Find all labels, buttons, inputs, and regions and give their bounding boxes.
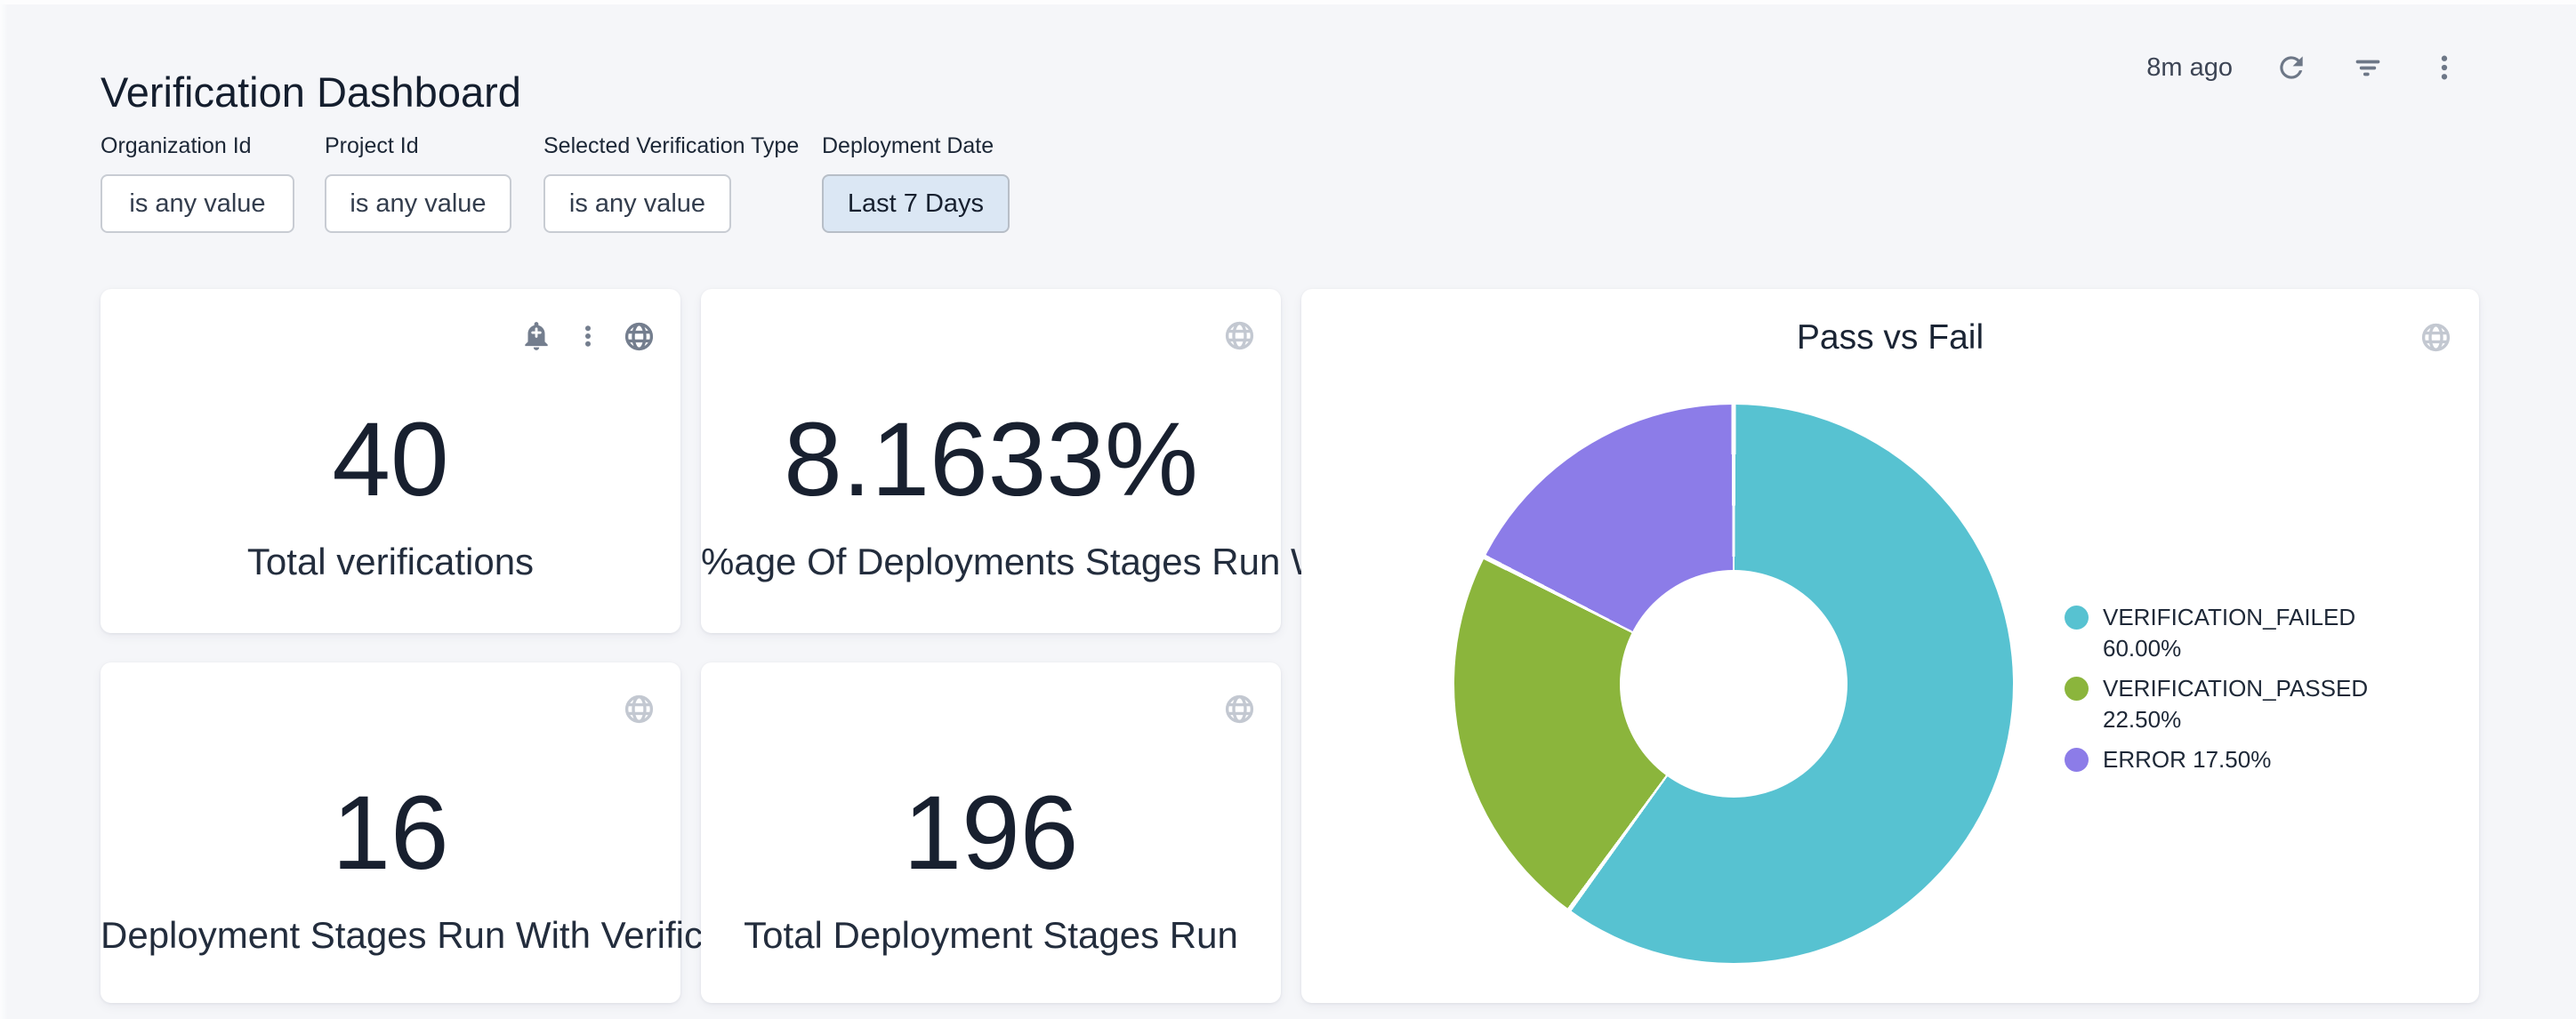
refresh-icon[interactable] (2274, 50, 2309, 85)
globe-icon[interactable] (1223, 693, 1256, 728)
filter-deployment-date[interactable]: Last 7 Days (822, 174, 1010, 233)
dashboard-page: Verification Dashboard 8m ago Organizati… (0, 0, 2576, 1019)
kpi-value: 16 (101, 775, 680, 891)
legend-bullet (2065, 606, 2089, 630)
more-vert-icon[interactable] (575, 321, 601, 354)
filter-organization-id[interactable]: is any value (101, 174, 294, 233)
kpi-label: Deployment Stages Run With Verification (101, 914, 680, 957)
legend-bullet (2065, 677, 2089, 701)
window-left-edge (0, 0, 8, 1019)
legend-item-verification-passed[interactable]: VERIFICATION_PASSED 22.50% (2065, 673, 2396, 735)
last-refresh-label: 8m ago (2146, 53, 2233, 83)
filter-label-deployment-date: Deployment Date (822, 133, 994, 159)
filter-label-organization-id: Organization Id (101, 133, 252, 159)
legend-bullet (2065, 748, 2089, 772)
chart-tile-pass-vs-fail: Pass vs Fail VERIFICATION_FAILED 60.00% … (1301, 289, 2479, 1003)
filter-list-icon[interactable] (2350, 50, 2386, 85)
tile-hover-actions (519, 319, 656, 356)
kpi-value: 8.1633% (701, 402, 1281, 518)
kpi-label: %age Of Deployments Stages Run With V… (701, 541, 1281, 583)
donut-chart[interactable] (1454, 405, 2013, 963)
dashboard-header-actions: 8m ago (2146, 50, 2462, 85)
more-vert-icon[interactable] (2427, 50, 2462, 85)
kpi-tile-pct-stages-with-verification: 8.1633% %age Of Deployments Stages Run W… (701, 289, 1281, 633)
filter-label-project-id: Project Id (325, 133, 419, 159)
page-title: Verification Dashboard (101, 67, 521, 118)
filter-project-id[interactable]: is any value (325, 174, 511, 233)
legend-label: ERROR 17.50% (2103, 744, 2396, 775)
add-alert-icon[interactable] (519, 319, 553, 356)
filter-verification-type[interactable]: is any value (543, 174, 731, 233)
globe-icon[interactable] (2419, 321, 2452, 357)
legend-item-error[interactable]: ERROR 17.50% (2065, 744, 2396, 775)
globe-icon[interactable] (623, 693, 656, 728)
legend-item-verification-failed[interactable]: VERIFICATION_FAILED 60.00% (2065, 602, 2396, 664)
globe-icon[interactable] (1223, 319, 1256, 355)
kpi-value: 196 (701, 775, 1281, 891)
kpi-value: 40 (101, 402, 680, 518)
globe-icon[interactable] (623, 320, 656, 356)
legend-label: VERIFICATION_FAILED 60.00% (2103, 602, 2396, 664)
kpi-label: Total verifications (101, 541, 680, 583)
chart-legend: VERIFICATION_FAILED 60.00% VERIFICATION_… (2065, 602, 2396, 775)
filter-label-verification-type: Selected Verification Type (543, 133, 799, 159)
kpi-tile-total-verifications: 40 Total verifications (101, 289, 680, 633)
window-top-edge (0, 0, 2576, 4)
legend-label: VERIFICATION_PASSED 22.50% (2103, 673, 2396, 735)
kpi-tile-stages-run-with-verification: 16 Deployment Stages Run With Verificati… (101, 662, 680, 1003)
kpi-tile-total-stages-run: 196 Total Deployment Stages Run (701, 662, 1281, 1003)
chart-title: Pass vs Fail (1301, 316, 2479, 360)
kpi-label: Total Deployment Stages Run (701, 914, 1281, 957)
